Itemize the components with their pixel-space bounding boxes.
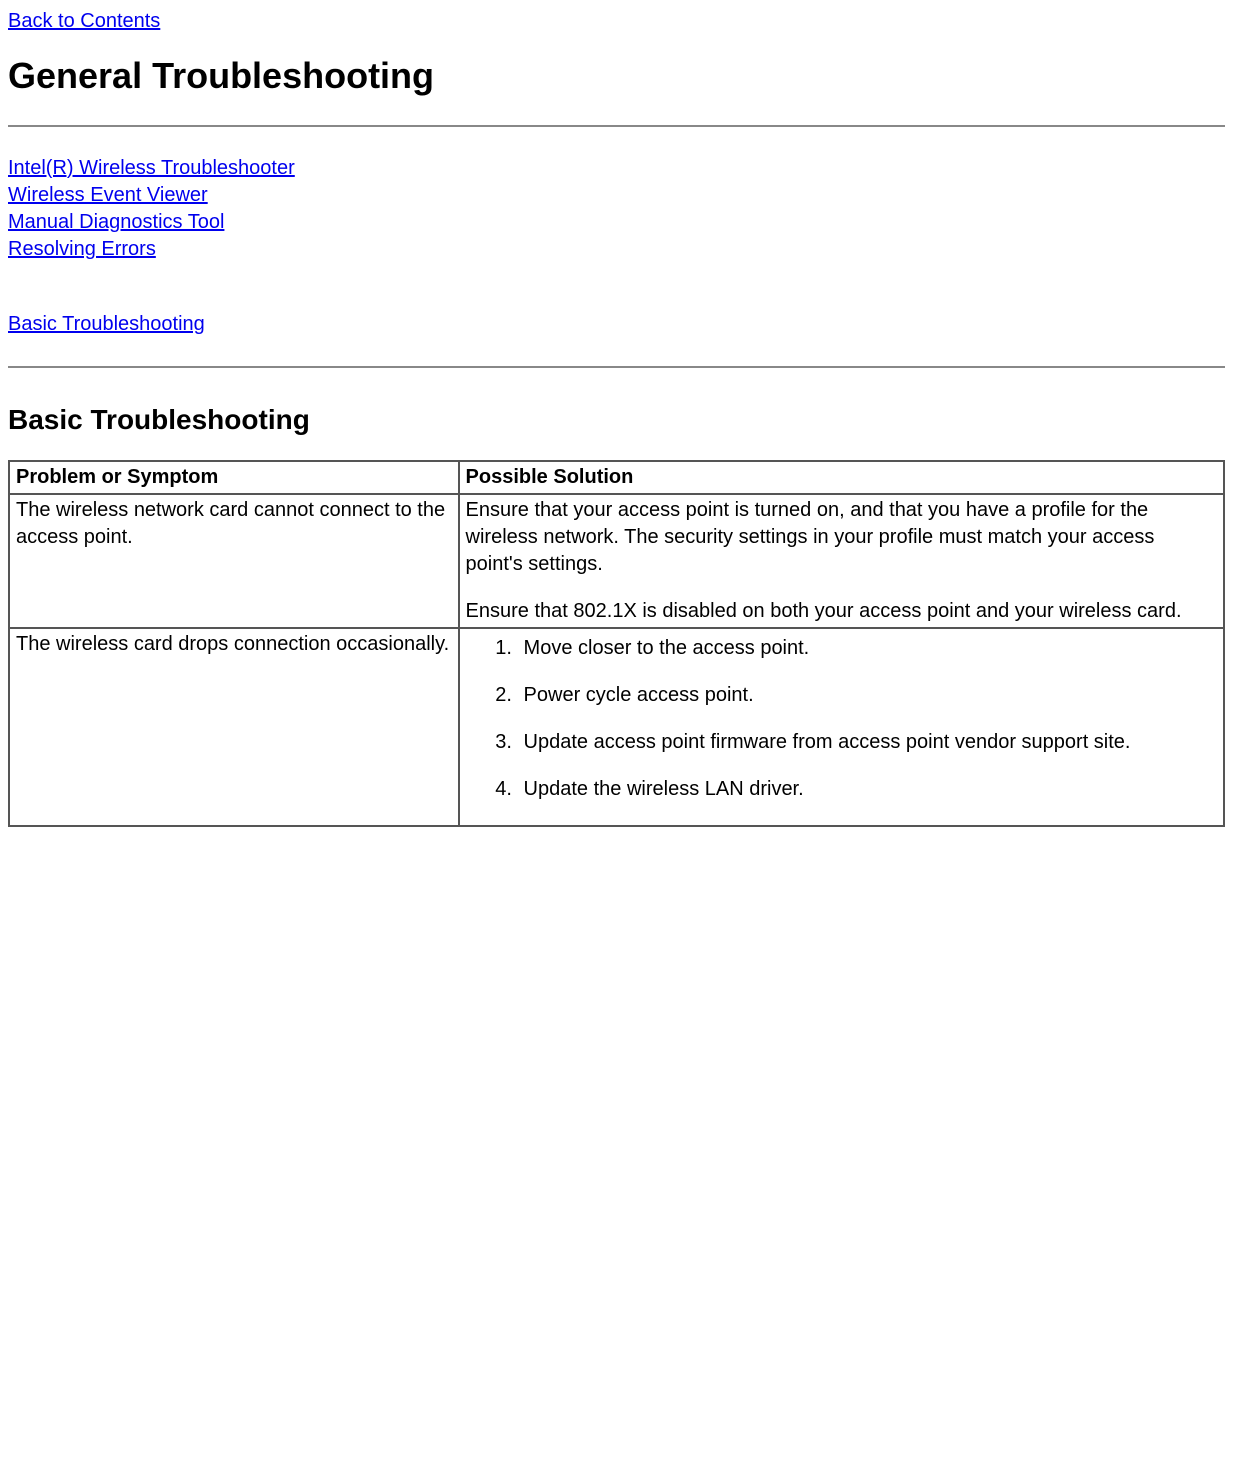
- solution-steps: Move closer to the access point. Power c…: [466, 635, 1217, 803]
- table-row: The wireless network card cannot connect…: [9, 494, 1224, 628]
- toc-links: Intel(R) Wireless Troubleshooter Wireles…: [8, 155, 1225, 263]
- list-item: Move closer to the access point.: [518, 635, 1217, 662]
- table-header-row: Problem or Symptom Possible Solution: [9, 461, 1224, 494]
- cell-solution: Ensure that your access point is turned …: [459, 494, 1224, 628]
- solution-text: Ensure that your access point is turned …: [466, 497, 1217, 578]
- solution-text: Ensure that 802.1X is disabled on both y…: [466, 598, 1217, 625]
- divider-top: [8, 125, 1225, 127]
- header-problem: Problem or Symptom: [9, 461, 459, 494]
- section-title: Basic Troubleshooting: [8, 404, 1225, 436]
- table-row: The wireless card drops connection occas…: [9, 628, 1224, 826]
- link-troubleshooter[interactable]: Intel(R) Wireless Troubleshooter: [8, 157, 295, 179]
- list-item: Update access point firmware from access…: [518, 729, 1217, 756]
- page-title: General Troubleshooting: [8, 55, 1225, 97]
- cell-problem: The wireless network card cannot connect…: [9, 494, 459, 628]
- link-event-viewer[interactable]: Wireless Event Viewer: [8, 184, 208, 206]
- cell-solution: Move closer to the access point. Power c…: [459, 628, 1224, 826]
- header-solution: Possible Solution: [459, 461, 1224, 494]
- divider-bottom: [8, 366, 1225, 368]
- troubleshooting-table: Problem or Symptom Possible Solution The…: [8, 460, 1225, 827]
- link-resolving-errors[interactable]: Resolving Errors: [8, 238, 156, 260]
- back-to-contents-link[interactable]: Back to Contents: [8, 10, 160, 32]
- list-item: Power cycle access point.: [518, 682, 1217, 709]
- link-diagnostics[interactable]: Manual Diagnostics Tool: [8, 211, 224, 233]
- link-basic-troubleshooting[interactable]: Basic Troubleshooting: [8, 313, 205, 335]
- cell-problem: The wireless card drops connection occas…: [9, 628, 459, 826]
- list-item: Update the wireless LAN driver.: [518, 776, 1217, 803]
